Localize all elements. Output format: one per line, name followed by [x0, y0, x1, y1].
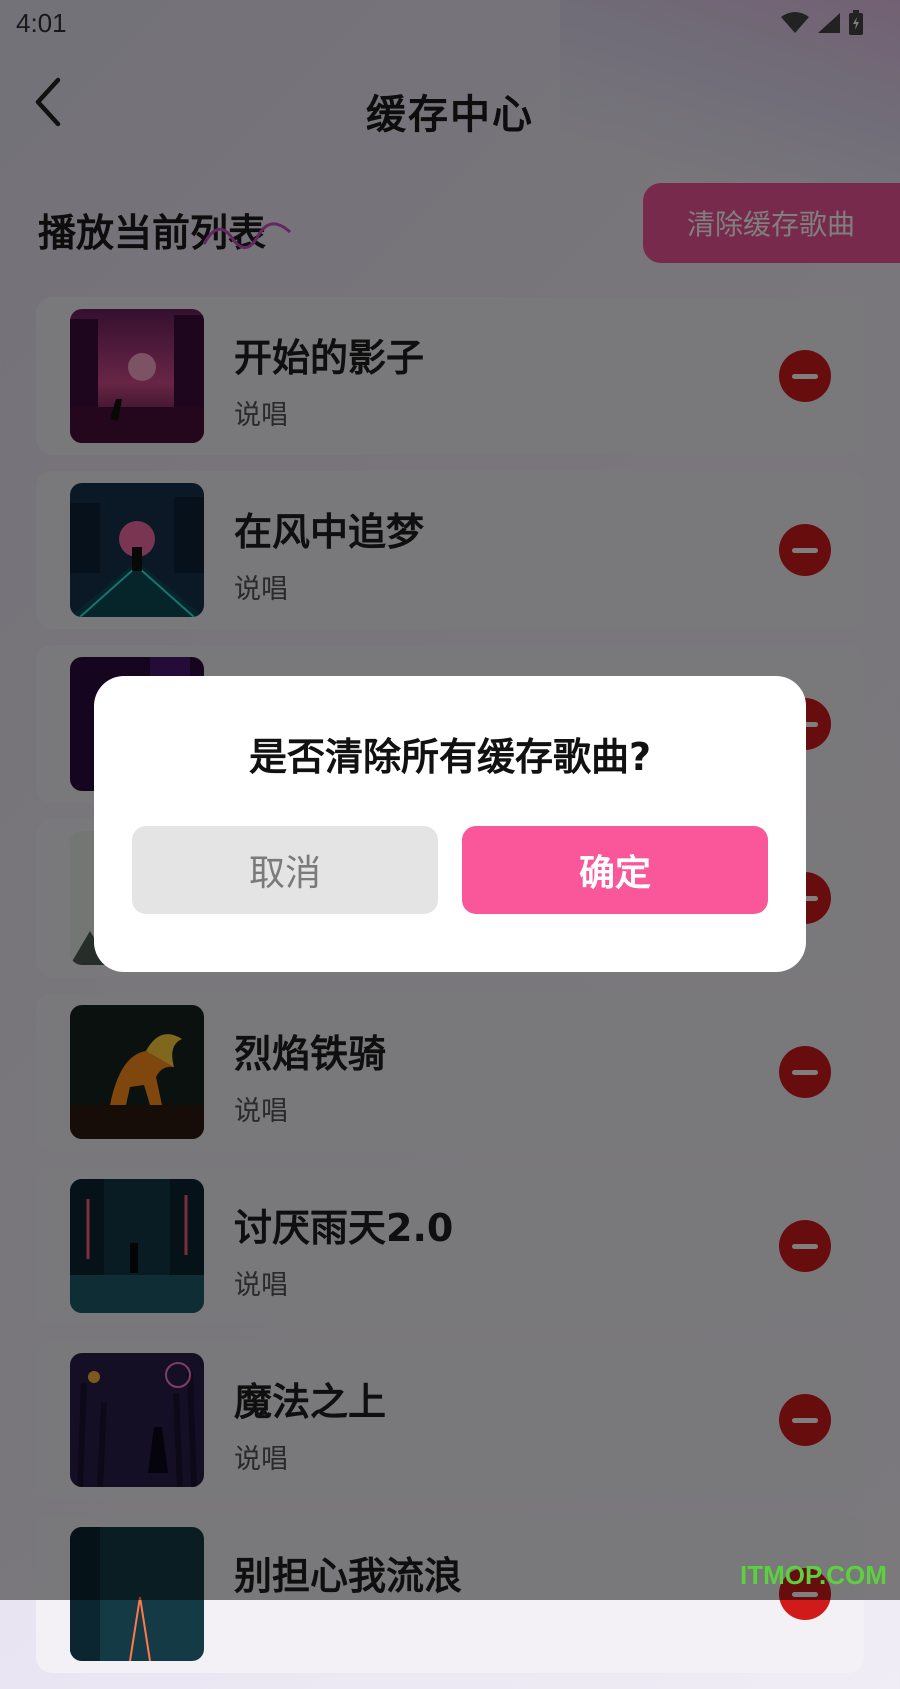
confirm-dialog: 是否清除所有缓存歌曲? 取消 确定	[94, 676, 806, 972]
confirm-button[interactable]: 确定	[462, 826, 768, 914]
dialog-message: 是否清除所有缓存歌曲?	[248, 735, 652, 779]
watermark: ITMOP.COM	[740, 1560, 887, 1590]
cancel-button[interactable]: 取消	[132, 826, 438, 914]
